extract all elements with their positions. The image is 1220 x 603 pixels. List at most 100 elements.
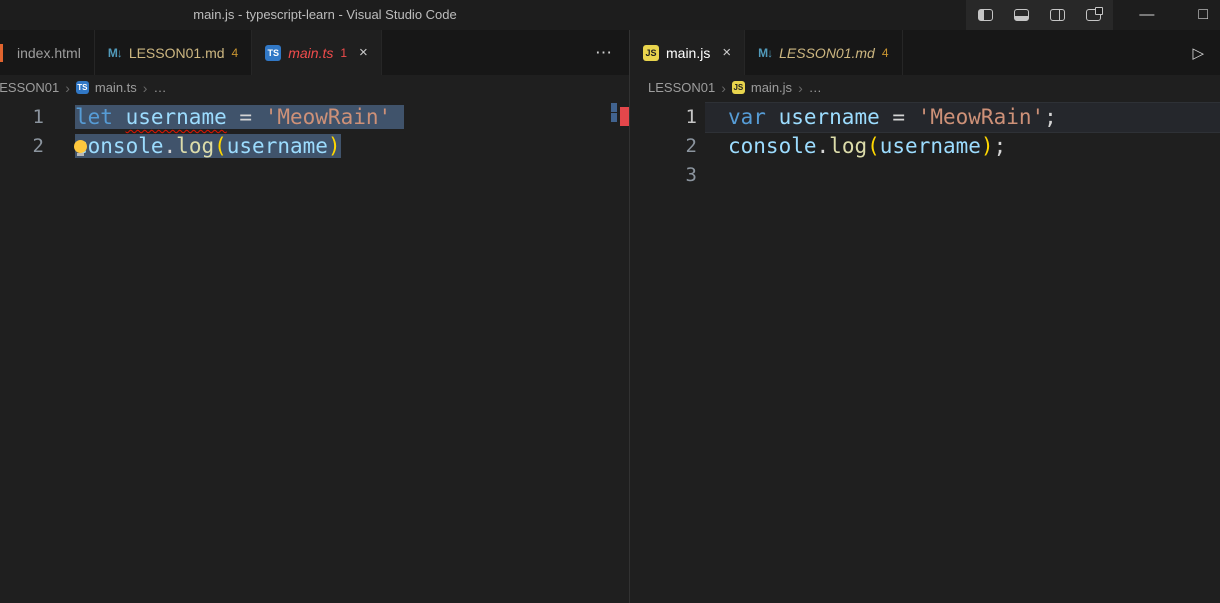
line-number[interactable]: 2 <box>0 132 44 161</box>
code-token: username <box>779 105 880 129</box>
editor-area: index.html M↓ LESSON01.md 4 TS main.ts 1… <box>0 30 1220 603</box>
toggle-panel-icon[interactable] <box>1014 9 1029 21</box>
run-file-icon[interactable]: ▷ <box>1176 44 1220 62</box>
code-editor-main-ts[interactable]: 1 let username = 'MeowRain' 2 console.log(… <box>0 100 629 603</box>
code-token: ( <box>214 134 227 158</box>
lightbulb-icon[interactable] <box>74 140 87 153</box>
more-actions-icon[interactable]: ⋯ <box>578 43 629 63</box>
line-number[interactable]: 3 <box>630 161 697 190</box>
tab-label: LESSON01.md <box>129 45 225 61</box>
tab-index-html[interactable]: index.html <box>0 30 95 75</box>
toggle-secondary-sidebar-icon[interactable] <box>1050 9 1065 21</box>
code-line[interactable]: 1 var username = 'MeowRain'; <box>630 103 1220 132</box>
code-token: ; <box>994 134 1007 158</box>
code-token: 'MeowRain' <box>265 105 391 129</box>
tab-bar-left: index.html M↓ LESSON01.md 4 TS main.ts 1… <box>0 30 629 75</box>
breadcrumb-folder[interactable]: LESSON01 <box>0 80 59 95</box>
typescript-icon: TS <box>265 45 281 61</box>
selection-overview-mark <box>611 113 617 122</box>
problem-badge: 1 <box>340 46 347 60</box>
code-line[interactable]: 1 let username = 'MeowRain' <box>0 103 629 132</box>
title-bar: main.js - typescript-learn - Visual Stud… <box>0 0 1220 30</box>
error-overview-mark <box>620 107 629 126</box>
selection-overview-mark <box>611 103 617 112</box>
tab-label: main.ts <box>288 45 333 61</box>
code-token: = <box>892 105 905 129</box>
code-text: let username = 'MeowRain' <box>52 103 629 132</box>
tab-lesson01-md-left[interactable]: M↓ LESSON01.md 4 <box>95 30 252 75</box>
tab-main-ts[interactable]: TS main.ts 1 × <box>252 30 382 75</box>
layout-controls <box>966 0 1113 30</box>
code-token <box>252 105 265 129</box>
code-token: var <box>728 105 766 129</box>
code-token: = <box>239 105 252 129</box>
close-icon[interactable]: × <box>722 44 731 61</box>
problem-badge: 4 <box>882 46 889 60</box>
code-token <box>905 105 918 129</box>
javascript-icon: JS <box>732 81 745 94</box>
code-text: console.log(username) <box>52 132 629 161</box>
code-token <box>766 105 779 129</box>
code-token: ; <box>1044 105 1057 129</box>
line-number[interactable]: 2 <box>630 132 697 161</box>
breadcrumb-left: LESSON01 › TS main.ts › … <box>0 75 629 100</box>
code-line[interactable]: 2 console.log(username) <box>0 132 629 161</box>
chevron-right-icon: › <box>143 80 148 96</box>
line-number[interactable]: 1 <box>630 103 697 132</box>
editor-group-left: index.html M↓ LESSON01.md 4 TS main.ts 1… <box>0 30 629 603</box>
code-token: log <box>176 134 214 158</box>
code-token <box>391 105 404 129</box>
markdown-icon: M↓ <box>108 45 122 61</box>
code-token <box>227 105 240 129</box>
window-title: main.js - typescript-learn - Visual Stud… <box>193 0 457 30</box>
breadcrumb-file[interactable]: main.ts <box>95 80 137 95</box>
toggle-sidebar-icon[interactable] <box>978 9 993 21</box>
breadcrumb-symbol[interactable]: … <box>153 80 166 95</box>
tab-label: main.js <box>666 45 710 61</box>
code-token: username <box>880 134 981 158</box>
html-icon <box>0 44 3 62</box>
tab-main-js[interactable]: JS main.js × <box>630 30 745 75</box>
code-token <box>880 105 893 129</box>
problem-badge: 4 <box>232 46 239 60</box>
code-token: ) <box>328 134 341 158</box>
chevron-right-icon: › <box>798 80 803 96</box>
code-token: . <box>817 134 830 158</box>
code-token: username <box>227 134 328 158</box>
typescript-icon: TS <box>76 81 89 94</box>
code-token: console <box>728 134 817 158</box>
code-token: ) <box>981 134 994 158</box>
breadcrumb-right: LESSON01 › JS main.js › … <box>630 75 1220 100</box>
code-token: let <box>75 105 113 129</box>
tab-label: index.html <box>17 45 81 61</box>
customize-layout-icon[interactable] <box>1086 9 1101 21</box>
code-editor-main-js[interactable]: 1 var username = 'MeowRain'; 2 console.log(… <box>630 100 1220 603</box>
minimize-button[interactable]: — <box>1139 0 1154 30</box>
maximize-button[interactable]: □ <box>1198 0 1208 30</box>
code-token: console <box>75 134 164 158</box>
tab-label: LESSON01.md <box>779 45 875 61</box>
code-line[interactable]: 2 console.log(username); <box>630 132 1220 161</box>
window-controls: — □ <box>966 0 1220 30</box>
breadcrumb-folder[interactable]: LESSON01 <box>648 80 715 95</box>
chevron-right-icon: › <box>65 80 70 96</box>
code-line[interactable]: 3 <box>630 161 1220 190</box>
breadcrumb-symbol[interactable]: … <box>809 80 822 95</box>
chevron-right-icon: › <box>721 80 726 96</box>
code-token: ( <box>867 134 880 158</box>
editor-group-right: JS main.js × M↓ LESSON01.md 4 ▷ LESSON01… <box>629 30 1220 603</box>
code-text: var username = 'MeowRain'; <box>705 103 1220 132</box>
code-token: . <box>164 134 177 158</box>
tab-bar-right: JS main.js × M↓ LESSON01.md 4 ▷ <box>630 30 1220 75</box>
code-token: username <box>126 105 227 129</box>
code-text: console.log(username); <box>705 132 1220 161</box>
tab-lesson01-md-right[interactable]: M↓ LESSON01.md 4 <box>745 30 902 75</box>
code-token: log <box>829 134 867 158</box>
code-text <box>705 161 1220 190</box>
javascript-icon: JS <box>643 45 659 61</box>
breadcrumb-file[interactable]: main.js <box>751 80 792 95</box>
line-number[interactable]: 1 <box>0 103 44 132</box>
close-icon[interactable]: × <box>359 44 368 61</box>
markdown-icon: M↓ <box>758 45 772 61</box>
code-token <box>113 105 126 129</box>
